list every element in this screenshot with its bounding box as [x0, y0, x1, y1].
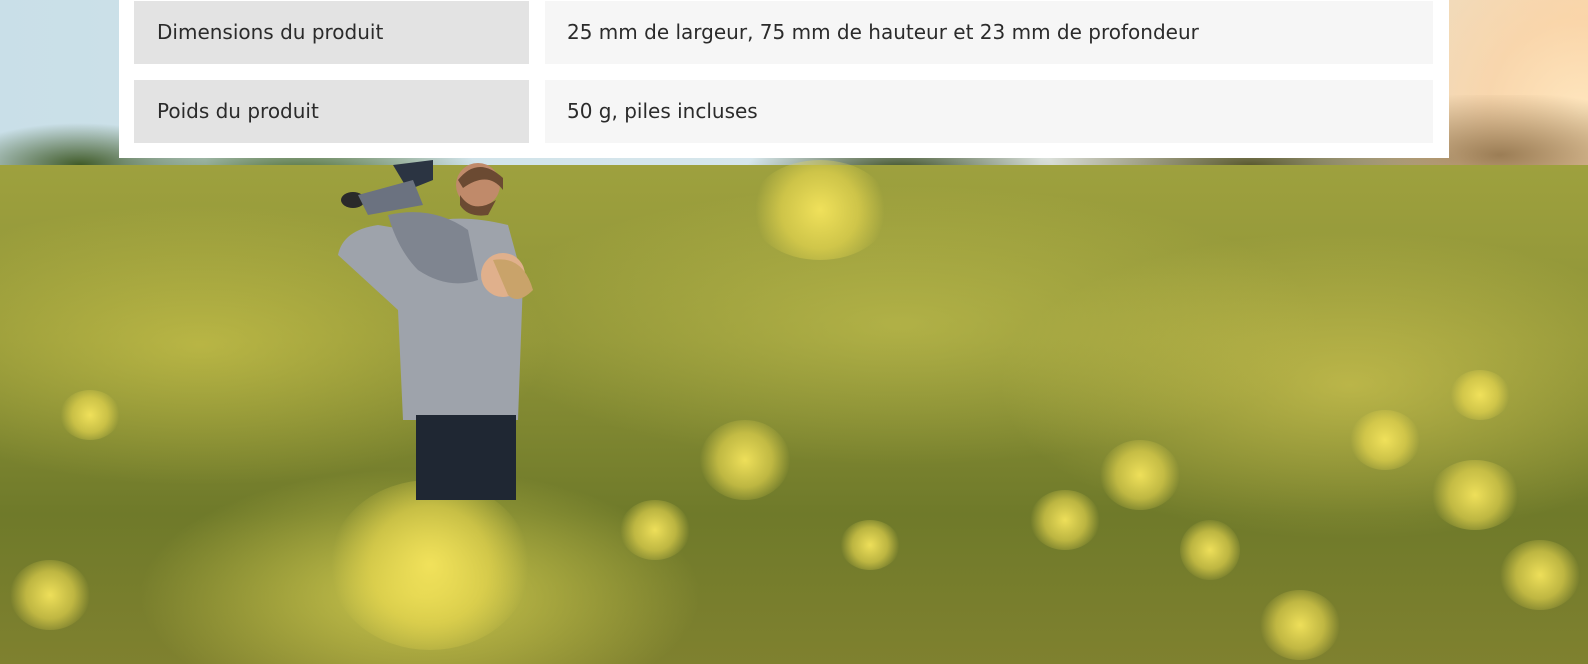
flower-blob — [700, 420, 790, 500]
product-specs-table: Dimensions du produit 25 mm de largeur, … — [119, 0, 1449, 158]
flower-blob — [840, 520, 900, 570]
spec-label: Poids du produit — [134, 80, 529, 143]
flower-blob — [620, 500, 690, 560]
spec-row-dimensions: Dimensions du produit 25 mm de largeur, … — [134, 1, 1434, 64]
spec-value: 25 mm de largeur, 75 mm de hauteur et 23… — [545, 1, 1433, 64]
spec-row-weight: Poids du produit 50 g, piles incluses — [134, 80, 1434, 143]
flower-blob — [330, 480, 530, 650]
page: Dimensions du produit 25 mm de largeur, … — [0, 0, 1588, 664]
flower-blob — [1500, 540, 1580, 610]
flower-blob — [10, 560, 90, 630]
flower-blob — [60, 390, 120, 440]
flower-blob — [1100, 440, 1180, 510]
flower-blob — [1260, 590, 1340, 660]
flower-blob — [750, 160, 890, 260]
spec-value: 50 g, piles incluses — [545, 80, 1433, 143]
flower-blob — [1030, 490, 1100, 550]
spec-label: Dimensions du produit — [134, 1, 529, 64]
flower-blob — [1430, 460, 1520, 530]
flower-blob — [1450, 370, 1510, 420]
flower-blob — [1180, 520, 1240, 580]
flower-blob — [1350, 410, 1420, 470]
father-and-child-figure — [338, 160, 533, 500]
